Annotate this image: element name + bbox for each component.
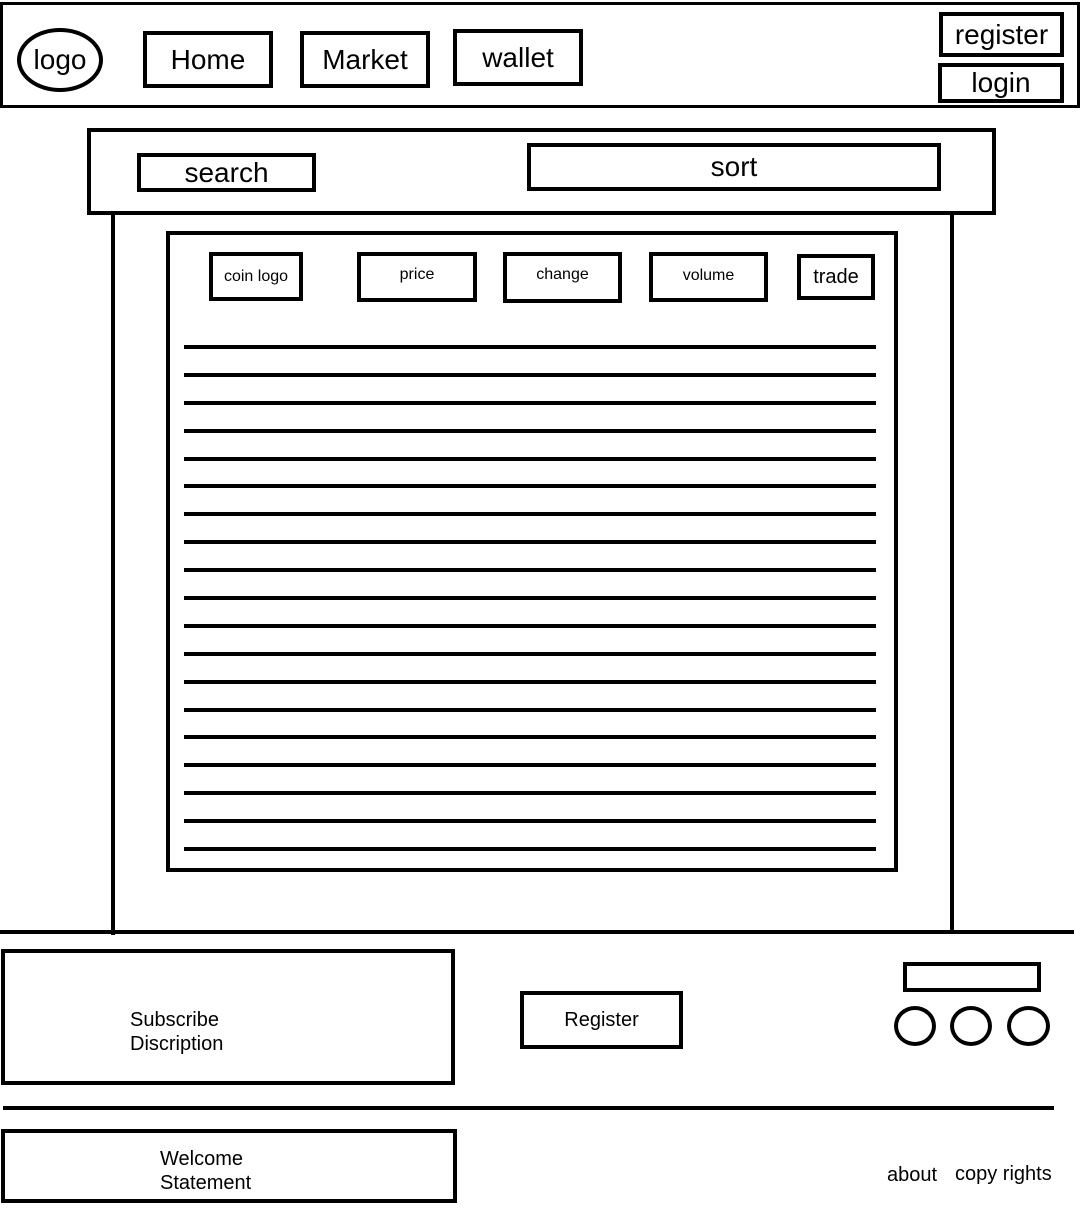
table-row[interactable] — [184, 791, 876, 795]
table-row[interactable] — [184, 568, 876, 572]
circle-icon[interactable] — [950, 1006, 992, 1046]
about-link[interactable]: about — [887, 1164, 937, 1187]
table-row[interactable] — [184, 763, 876, 767]
nav-wallet-label: wallet — [482, 41, 554, 73]
welcome-line: Welcome — [160, 1148, 243, 1170]
search-label: search — [184, 156, 269, 188]
table-row[interactable] — [184, 457, 876, 461]
column-label: price — [399, 266, 435, 283]
circle-icon[interactable] — [894, 1006, 936, 1046]
table-row[interactable] — [184, 373, 876, 377]
table-row[interactable] — [184, 401, 876, 405]
circle-icon[interactable] — [1007, 1006, 1050, 1046]
column-header-trade[interactable]: trade — [797, 254, 875, 300]
table-row[interactable] — [184, 847, 876, 851]
nav-wallet-button[interactable]: wallet — [453, 29, 583, 86]
column-header-coin-logo[interactable]: coin logo — [209, 252, 303, 301]
column-label: change — [536, 266, 589, 283]
table-row[interactable] — [184, 680, 876, 684]
sort-dropdown[interactable]: sort — [527, 143, 941, 191]
welcome-line: Statement — [160, 1172, 252, 1194]
subscribe-line: Discription — [130, 1033, 224, 1055]
nav-home-button[interactable]: Home — [143, 31, 273, 88]
table-row[interactable] — [184, 540, 876, 544]
subscribe-description: Subscribe Discription — [130, 1008, 223, 1056]
table-row[interactable] — [184, 652, 876, 656]
nav-home-label: Home — [170, 43, 246, 75]
column-label: trade — [813, 265, 859, 288]
login-button[interactable]: login — [938, 63, 1064, 103]
nav-market-button[interactable]: Market — [300, 31, 430, 88]
subscribe-line: Subscribe — [130, 1009, 219, 1031]
subscribe-register-button[interactable]: Register — [520, 991, 683, 1049]
login-label: login — [971, 67, 1031, 98]
logo[interactable]: logo — [17, 28, 103, 92]
table-row[interactable] — [184, 484, 876, 488]
section-divider — [0, 930, 1074, 934]
subscribe-box: Subscribe Discription — [1, 949, 455, 1085]
column-label: volume — [682, 267, 735, 284]
table-row[interactable] — [184, 708, 876, 712]
copyright-text: copy rights — [955, 1163, 1052, 1185]
subscribe-register-label: Register — [564, 1008, 639, 1031]
table-row[interactable] — [184, 512, 876, 516]
register-label: register — [954, 18, 1049, 50]
register-button[interactable]: register — [939, 12, 1064, 57]
footer-divider — [3, 1106, 1054, 1110]
social-header-bar — [903, 962, 1041, 992]
table-row[interactable] — [184, 624, 876, 628]
welcome-statement: Welcome Statement — [160, 1147, 251, 1195]
table-row[interactable] — [184, 596, 876, 600]
table-row[interactable] — [184, 429, 876, 433]
column-header-volume[interactable]: volume — [649, 252, 768, 302]
main-left-border — [111, 210, 115, 935]
column-header-price[interactable]: price — [357, 252, 477, 302]
nav-market-label: Market — [322, 43, 408, 75]
welcome-box: Welcome Statement — [1, 1129, 457, 1203]
search-input[interactable]: search — [137, 153, 316, 192]
table-row[interactable] — [184, 735, 876, 739]
logo-label: logo — [33, 44, 87, 75]
main-right-border — [950, 210, 954, 932]
coin-table — [166, 231, 898, 872]
column-header-change[interactable]: change — [503, 252, 622, 303]
column-label: coin logo — [223, 267, 289, 285]
sort-label: sort — [710, 151, 758, 182]
table-row[interactable] — [184, 345, 876, 349]
table-row[interactable] — [184, 819, 876, 823]
